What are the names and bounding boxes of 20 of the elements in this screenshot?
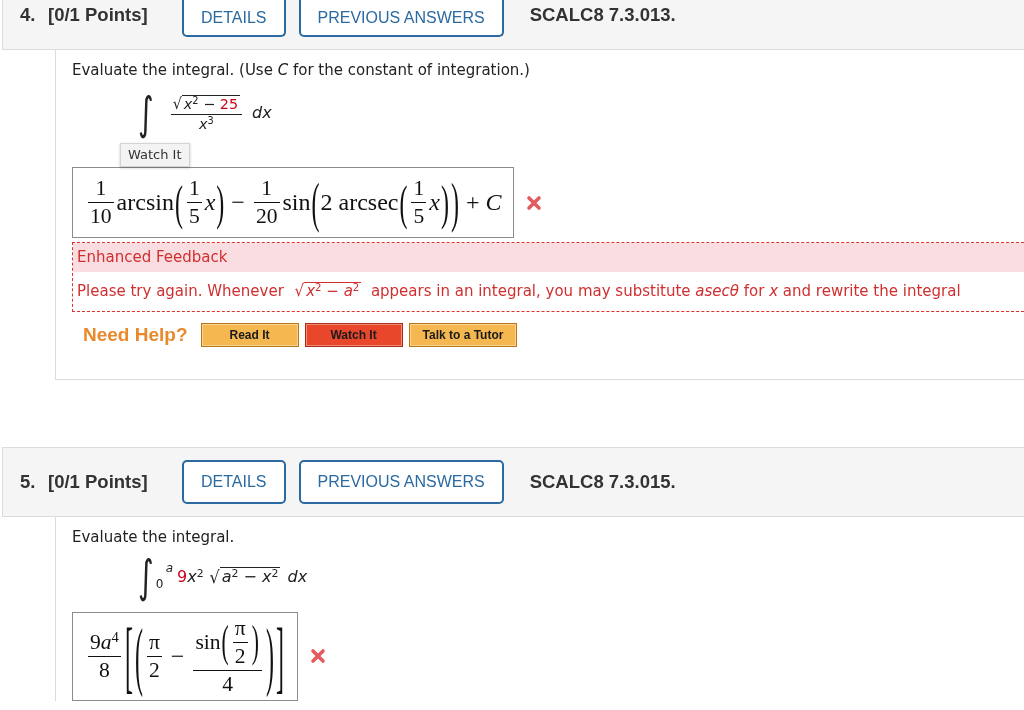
- question-code: SCALC8 7.3.015.: [529, 471, 676, 494]
- need-help-label: Need Help?: [83, 324, 188, 347]
- integral-expression: ∫ √x$^{2}$ − 25 x$^{3}$ dx: [138, 89, 272, 139]
- details-button[interactable]: DETAILS: [182, 0, 286, 37]
- tooltip: Watch It: [120, 143, 190, 167]
- question-number: 4.: [20, 4, 37, 26]
- feedback-text: Please try again. Whenever √x$^{2}$ − a$^{2}$ appears in an integral, you may substitute asecθ for x and rewrite the integral: [76, 279, 962, 303]
- points-label: [0/1 Points]: [48, 471, 149, 494]
- watch-it-button[interactable]: Watch It: [304, 323, 403, 348]
- points-label: [0/1 Points]: [48, 4, 149, 26]
- question-number: 5.: [20, 471, 37, 494]
- previous-answers-button[interactable]: PREVIOUS ANSWERS: [298, 0, 504, 37]
- feedback-title: Enhanced Feedback: [73, 243, 1024, 273]
- question-prompt: Evaluate the integral.: [72, 527, 236, 548]
- read-it-button[interactable]: Read It: [200, 323, 299, 348]
- talk-to-tutor-button[interactable]: Talk to a Tutor: [408, 323, 518, 348]
- question-code: SCALC8 7.3.013.: [529, 4, 676, 26]
- question-prompt: Evaluate the integral. (Use C for the constant of integration.): [72, 60, 531, 80]
- previous-answers-button[interactable]: PREVIOUS ANSWERS: [298, 460, 504, 505]
- details-button[interactable]: DETAILS: [182, 460, 286, 505]
